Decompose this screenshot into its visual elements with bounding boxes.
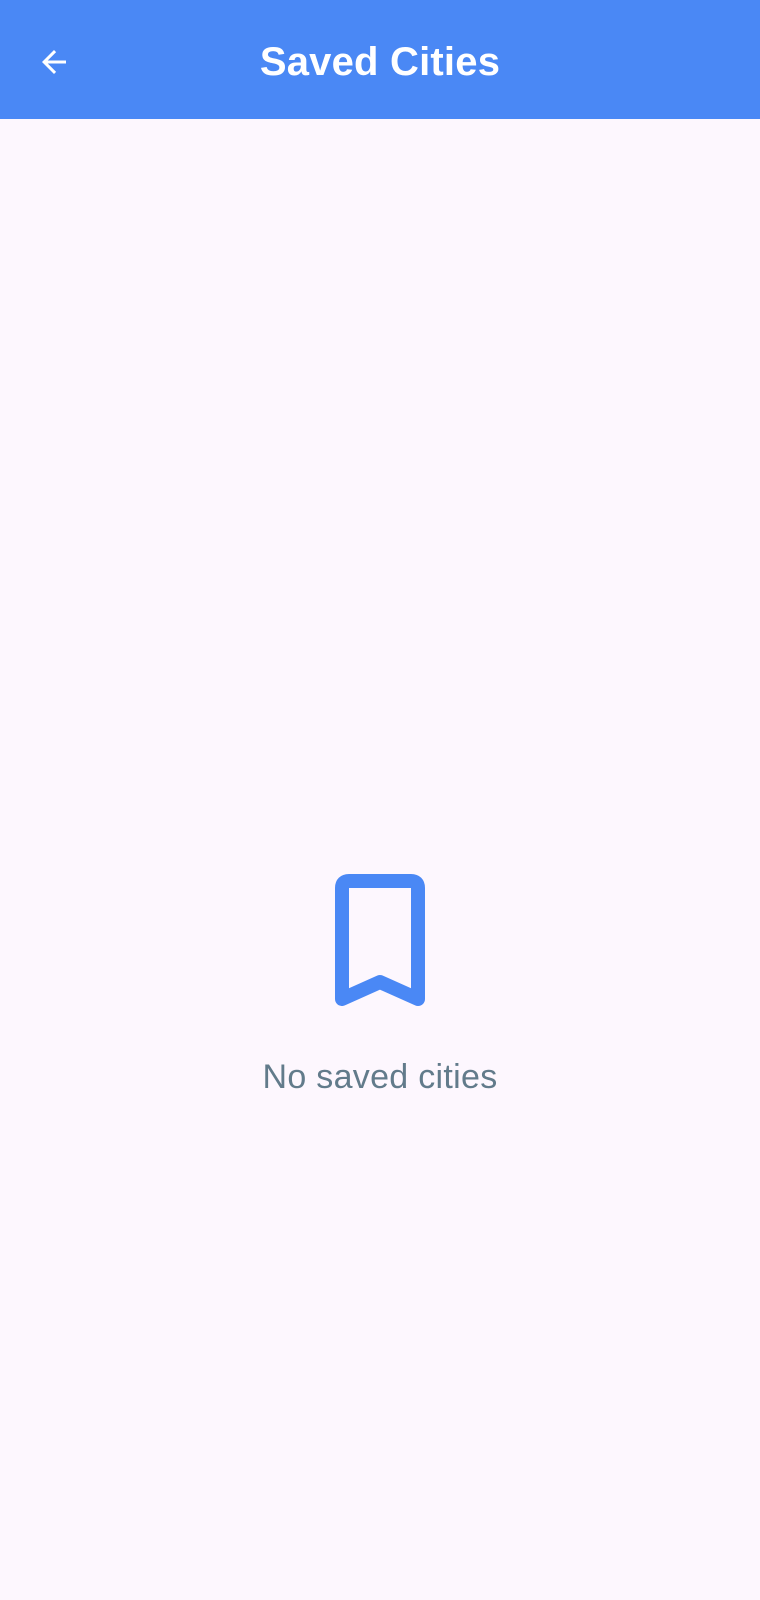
arrow-back-icon [42,50,66,74]
empty-state-message: No saved cities [262,1058,498,1096]
page-title: Saved Cities [259,40,501,84]
back-button[interactable] [28,36,80,88]
bookmark-outline-icon [335,874,425,1006]
app-bar: Saved Cities [0,0,760,119]
empty-state: No saved cities [0,874,760,1097]
saved-cities-list: No saved cities [0,119,760,1600]
